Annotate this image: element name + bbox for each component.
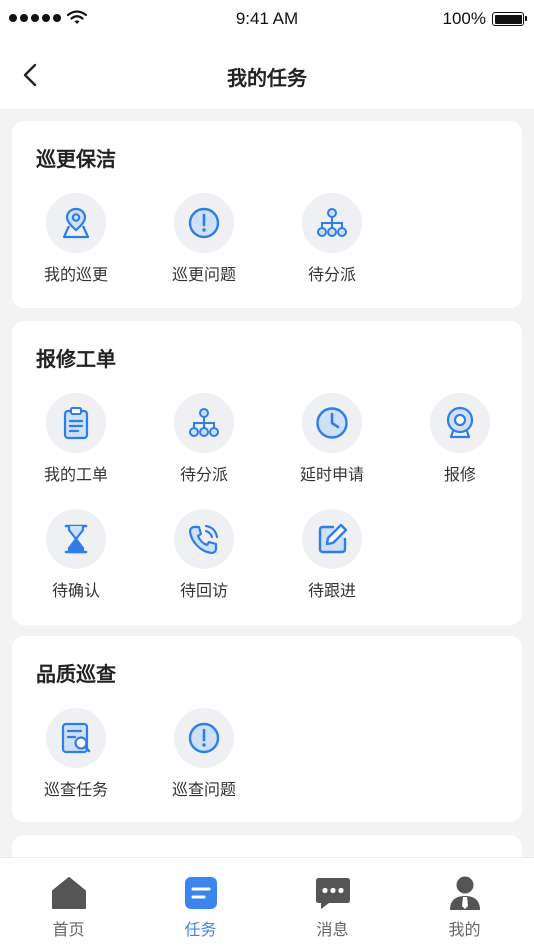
menu-item-my-patrol[interactable]: 我的巡更 — [12, 193, 140, 293]
menu-item-inspection-tasks[interactable]: 巡查任务 — [12, 708, 140, 808]
menu-item-pending-dispatch[interactable]: 待分派 — [268, 193, 396, 293]
page-title: 我的任务 — [227, 66, 307, 90]
camera-icon — [446, 406, 474, 439]
battery-percent: 100% — [442, 9, 486, 28]
menu-item-label: 待分派 — [179, 465, 228, 484]
navigation-bar: 我的任务 — [0, 40, 534, 109]
alert-circle-icon — [188, 722, 220, 754]
profile-icon — [450, 876, 480, 910]
alert-circle-icon — [188, 207, 220, 239]
chat-icon — [316, 878, 350, 909]
menu-item-label: 报修 — [443, 465, 476, 484]
phone-call-icon — [188, 524, 219, 555]
section-title: 报修工单 — [36, 347, 116, 371]
battery-icon — [492, 12, 527, 26]
menu-item-label: 巡查任务 — [43, 780, 108, 799]
menu-item-label: 待确认 — [51, 581, 100, 600]
clipboard-icon — [63, 407, 89, 440]
tab-label: 首页 — [52, 920, 85, 939]
section-title: 品质巡查 — [36, 662, 116, 686]
menu-item-pending-followup[interactable]: 待跟进 — [268, 509, 396, 609]
menu-item-report-repair[interactable]: 报修 — [396, 393, 524, 493]
task-icon — [185, 877, 217, 909]
section-title: 巡更保洁 — [36, 147, 116, 171]
tab-profile[interactable]: 我的 — [398, 858, 531, 950]
org-tree-icon — [189, 408, 219, 437]
tab-label: 我的 — [448, 920, 481, 939]
section-card-patrol-cleaning: 巡更保洁 我的巡更 巡更问题 待分派 — [12, 121, 522, 308]
home-icon — [52, 877, 86, 909]
clock-icon — [316, 407, 348, 439]
menu-item-pending-confirm[interactable]: 待确认 — [12, 509, 140, 609]
status-bar: 9:41 AM 100% — [0, 0, 534, 40]
menu-item-pending-revisit[interactable]: 待回访 — [140, 509, 268, 609]
menu-item-inspection-issues[interactable]: 巡查问题 — [140, 708, 268, 808]
menu-item-label: 巡更问题 — [171, 265, 236, 284]
bottom-tab-bar: 首页 任务 消息 我的 — [0, 857, 534, 950]
org-tree-icon — [317, 208, 347, 237]
menu-item-label: 我的巡更 — [43, 265, 108, 284]
tab-home[interactable]: 首页 — [2, 858, 135, 950]
tab-label: 任务 — [184, 920, 217, 939]
hourglass-icon — [64, 524, 88, 554]
tab-messages[interactable]: 消息 — [266, 858, 399, 950]
menu-item-pending-dispatch[interactable]: 待分派 — [140, 393, 268, 493]
menu-item-label: 待分派 — [307, 265, 356, 284]
menu-item-label: 延时申请 — [299, 465, 364, 484]
menu-item-label: 巡查问题 — [171, 780, 236, 799]
document-search-icon — [61, 722, 91, 754]
edit-icon — [318, 523, 348, 554]
menu-item-my-work-orders[interactable]: 我的工单 — [12, 393, 140, 493]
location-map-icon — [62, 207, 90, 239]
section-card-quality-inspection: 品质巡查 巡查任务 巡查问题 — [12, 636, 522, 822]
section-card-repair-orders: 报修工单 我的工单 待分派 延时申请 报修 待确认 待回访 待跟进 — [12, 321, 522, 625]
tab-label: 消息 — [316, 920, 349, 939]
menu-item-label: 我的工单 — [43, 465, 108, 484]
menu-item-patrol-issues[interactable]: 巡更问题 — [140, 193, 268, 293]
menu-item-delay-request[interactable]: 延时申请 — [268, 393, 396, 493]
tab-tasks[interactable]: 任务 — [134, 858, 267, 950]
menu-item-label: 待跟进 — [307, 581, 356, 600]
menu-item-label: 待回访 — [179, 581, 228, 600]
